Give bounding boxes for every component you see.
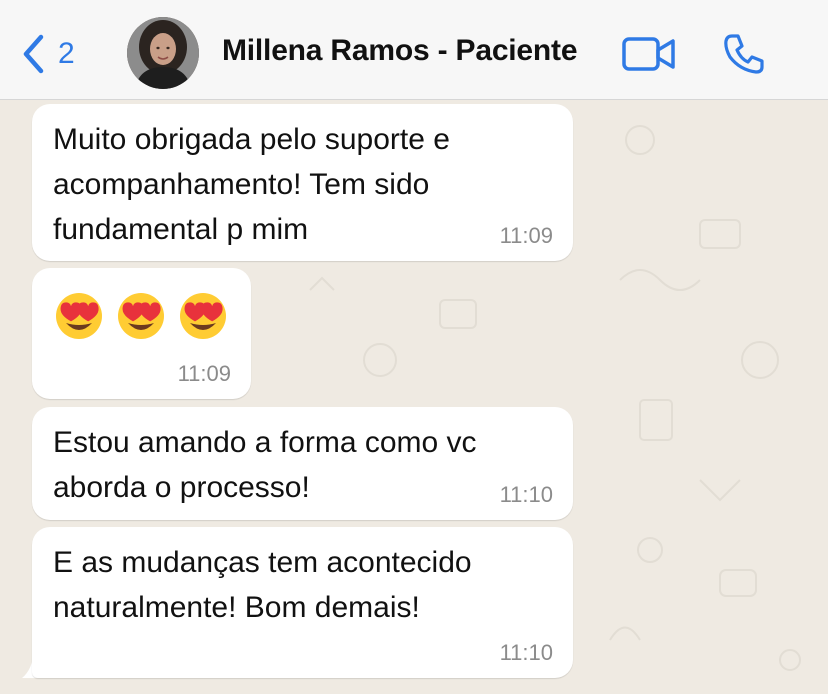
message-time: 11:09 bbox=[499, 223, 553, 248]
message-bubble[interactable]: E as mudanças tem acontecido naturalment… bbox=[32, 527, 573, 678]
video-call-button[interactable] bbox=[622, 36, 676, 72]
emoji-row bbox=[54, 291, 228, 341]
video-camera-icon bbox=[622, 37, 675, 71]
message-time: 11:10 bbox=[499, 482, 553, 507]
heart-eyes-emoji-icon bbox=[56, 293, 102, 339]
message-bubble[interactable]: Estou amando a forma como vc aborda o pr… bbox=[32, 407, 573, 520]
phone-icon bbox=[724, 34, 764, 74]
heart-eyes-emoji-icon bbox=[118, 293, 164, 339]
unread-count: 2 bbox=[58, 37, 75, 70]
message-text: Muito obrigada pelo suporte e acompanham… bbox=[53, 123, 450, 246]
message-bubble-emoji[interactable]: 11:09 bbox=[32, 268, 251, 399]
heart-eyes-emoji-icon bbox=[180, 293, 226, 339]
voice-call-button[interactable] bbox=[722, 32, 766, 76]
message-list[interactable]: Muito obrigada pelo suporte e acompanham… bbox=[0, 100, 828, 694]
message-time: 11:09 bbox=[177, 361, 231, 386]
message-text: E as mudanças tem acontecido naturalment… bbox=[53, 546, 472, 624]
avatar[interactable] bbox=[127, 17, 199, 89]
back-button[interactable]: 2 bbox=[22, 32, 102, 76]
message-text: Estou amando a forma como vc aborda o pr… bbox=[53, 426, 477, 504]
chat-header: 2 Millena Ramos - Paciente bbox=[0, 0, 828, 100]
avatar-photo bbox=[127, 17, 199, 89]
contact-name[interactable]: Millena Ramos - Paciente bbox=[222, 34, 578, 68]
message-time: 11:10 bbox=[499, 640, 553, 665]
message-bubble[interactable]: Muito obrigada pelo suporte e acompanham… bbox=[32, 104, 573, 261]
chevron-left-icon bbox=[23, 34, 44, 74]
